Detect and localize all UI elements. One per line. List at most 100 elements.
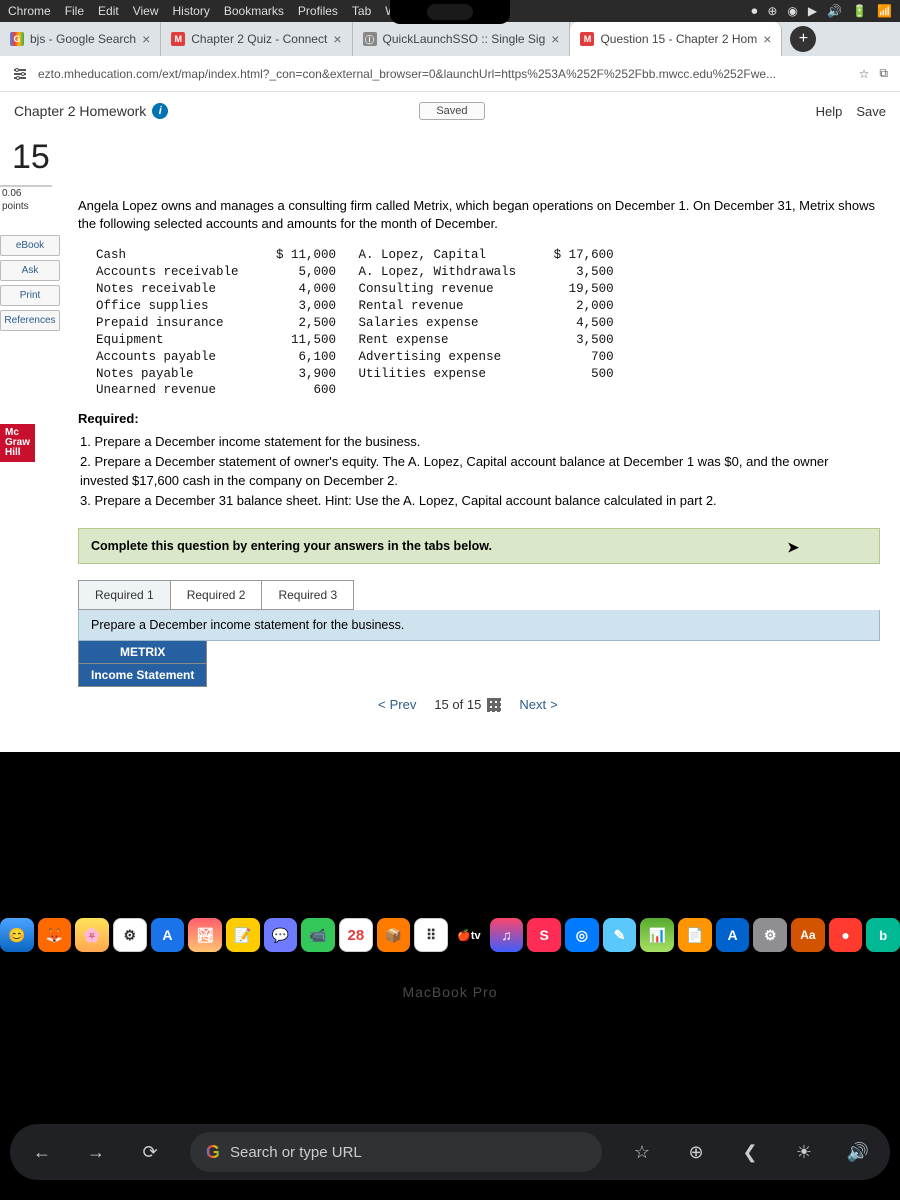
prev-label: Prev <box>390 697 417 712</box>
status-circle-icon[interactable]: ◉ <box>787 4 797 18</box>
calendar-icon[interactable]: 28 <box>339 918 373 952</box>
tab-question15[interactable]: M Question 15 - Chapter 2 Hom × <box>570 22 782 56</box>
close-icon[interactable]: × <box>333 31 341 47</box>
ebook-button[interactable]: eBook <box>0 235 60 256</box>
status-play-icon[interactable]: ▶ <box>808 4 817 18</box>
menu-view[interactable]: View <box>133 4 159 18</box>
launchpad-icon[interactable]: ⠿ <box>414 918 448 952</box>
search-bar[interactable]: G Search or type URL <box>190 1132 602 1172</box>
appletv-icon[interactable]: 🍎tv <box>452 918 486 952</box>
income-statement-table[interactable]: METRIX Income Statement <box>78 641 207 687</box>
required-item-2: 2. Prepare a December statement of owner… <box>80 452 880 491</box>
menu-bookmarks[interactable]: Bookmarks <box>224 4 284 18</box>
tab-required-2[interactable]: Required 2 <box>171 580 263 610</box>
menu-file[interactable]: File <box>65 4 84 18</box>
add-button[interactable]: ⊕ <box>682 1138 710 1166</box>
complete-instruction-bar: Complete this question by entering your … <box>78 528 880 564</box>
system-prefs-icon[interactable]: ⚙ <box>113 918 147 952</box>
numbers-icon[interactable]: 📊 <box>640 918 674 952</box>
notes-icon[interactable]: 📝 <box>226 918 260 952</box>
menu-chrome[interactable]: Chrome <box>8 4 51 18</box>
info-icon[interactable]: i <box>152 103 168 119</box>
next-button[interactable]: Next > <box>519 697 557 712</box>
tab-bjs-google[interactable]: G bjs - Google Search × <box>0 22 161 56</box>
problem-intro: Angela Lopez owns and manages a consulti… <box>78 197 880 233</box>
status-wifi-icon[interactable]: 📶 <box>877 4 892 18</box>
tab-required-3[interactable]: Required 3 <box>262 580 354 610</box>
save-button[interactable]: Save <box>856 104 886 119</box>
pages-icon[interactable]: 📄 <box>678 918 712 952</box>
mcgraw-hill-badge: Mc Graw Hill <box>0 424 35 462</box>
facetime-icon[interactable]: 📹 <box>301 918 335 952</box>
url-text[interactable]: ezto.mheducation.com/ext/map/index.html?… <box>38 67 849 81</box>
close-icon[interactable]: × <box>142 31 150 47</box>
saved-indicator: Saved <box>419 102 484 120</box>
tab-label: Question 15 - Chapter 2 Hom <box>600 32 757 46</box>
star-button[interactable]: ☆ <box>628 1138 656 1166</box>
dictionary-icon[interactable]: Aa <box>791 918 825 952</box>
status-record-icon[interactable]: ⏺ <box>751 4 757 19</box>
question-number: 15 <box>0 130 52 187</box>
tab-quicklaunch[interactable]: ⓘ QuickLaunchSSO :: Single Sig × <box>353 22 571 56</box>
homework-title: Chapter 2 Homework <box>14 103 146 119</box>
prev-button[interactable]: < Prev <box>378 697 416 712</box>
new-tab-button[interactable]: + <box>790 26 816 52</box>
nav-back-button[interactable]: ❮ <box>736 1138 764 1166</box>
tab-label: bjs - Google Search <box>30 32 136 46</box>
tab-required-1[interactable]: Required 1 <box>78 580 171 610</box>
print-button[interactable]: Print <box>0 285 60 306</box>
accounts-table: Cash $ 11,000 A. Lopez, Capital $ 17,600… <box>96 247 880 399</box>
shortcuts-icon[interactable]: S <box>527 918 561 952</box>
bookmark-star-icon[interactable]: ☆ <box>859 67 870 81</box>
app-icon[interactable]: 📦 <box>377 918 411 952</box>
reload-button[interactable]: ⟳ <box>136 1138 164 1166</box>
page-info-text: 15 of 15 <box>434 697 481 712</box>
forward-button[interactable]: → <box>82 1138 110 1166</box>
mgh-favicon-icon: M <box>171 32 185 46</box>
page-info: 15 of 15 <box>434 697 501 712</box>
menu-edit[interactable]: Edit <box>98 4 119 18</box>
status-zoom-icon[interactable]: ⊕ <box>767 4 777 18</box>
status-volume-icon[interactable]: 🔊 <box>827 4 842 18</box>
tab-label: QuickLaunchSSO :: Single Sig <box>383 32 546 46</box>
google-logo-icon: G <box>206 1142 220 1163</box>
photos-icon[interactable]: 🌸 <box>75 918 109 952</box>
grid-icon[interactable] <box>487 698 501 712</box>
close-icon[interactable]: × <box>763 31 771 47</box>
brightness-icon[interactable]: ☀ <box>790 1138 818 1166</box>
required-heading: Required: <box>78 411 880 426</box>
appstore2-icon[interactable]: A <box>716 918 750 952</box>
tab-chapter2-quiz[interactable]: M Chapter 2 Quiz - Connect × <box>161 22 352 56</box>
settings-icon[interactable]: ⚙ <box>753 918 787 952</box>
help-link[interactable]: Help <box>816 104 843 119</box>
close-icon[interactable]: × <box>551 31 559 47</box>
ask-button[interactable]: Ask <box>0 260 60 281</box>
sheet-title-2: Income Statement <box>79 664 207 687</box>
photos2-icon[interactable]: 🏞 <box>188 918 222 952</box>
site-settings-icon[interactable] <box>12 66 28 82</box>
cursor-icon: ➤ <box>787 539 799 556</box>
app-b-icon[interactable]: b <box>866 918 900 952</box>
app-red-icon[interactable]: ● <box>829 918 863 952</box>
menu-profiles[interactable]: Profiles <box>298 4 338 18</box>
extensions-icon[interactable]: ⧉ <box>879 66 888 81</box>
mac-dock: 😊 🦊 🌸 ⚙ A 🏞 📝 💬 📹 28 📦 ⠿ 🍎tv ♫ S ◎ ✎ 📊 📄… <box>0 910 900 960</box>
status-battery-icon[interactable]: 🔋 <box>852 4 867 18</box>
menu-history[interactable]: History <box>173 4 210 18</box>
info-favicon-icon: ⓘ <box>363 32 377 46</box>
freeform-icon[interactable]: ✎ <box>603 918 637 952</box>
sound-icon[interactable]: 🔊 <box>844 1138 872 1166</box>
score-value: 0.06 <box>2 187 60 200</box>
browser-tab-strip: G bjs - Google Search × M Chapter 2 Quiz… <box>0 22 900 56</box>
messages-icon[interactable]: 💬 <box>264 918 298 952</box>
music-icon[interactable]: ♫ <box>490 918 524 952</box>
references-button[interactable]: References <box>0 310 60 331</box>
finder-icon[interactable]: 😊 <box>0 918 34 952</box>
appstore-icon[interactable]: A <box>151 918 185 952</box>
podcasts-icon[interactable]: ◎ <box>565 918 599 952</box>
back-button[interactable]: ← <box>28 1138 56 1166</box>
firefox-icon[interactable]: 🦊 <box>38 918 72 952</box>
menu-tab[interactable]: Tab <box>352 4 371 18</box>
next-label: Next <box>519 697 546 712</box>
phone-browser-bar: ← → ⟳ G Search or type URL ☆ ⊕ ❮ ☀ 🔊 <box>10 1124 890 1180</box>
